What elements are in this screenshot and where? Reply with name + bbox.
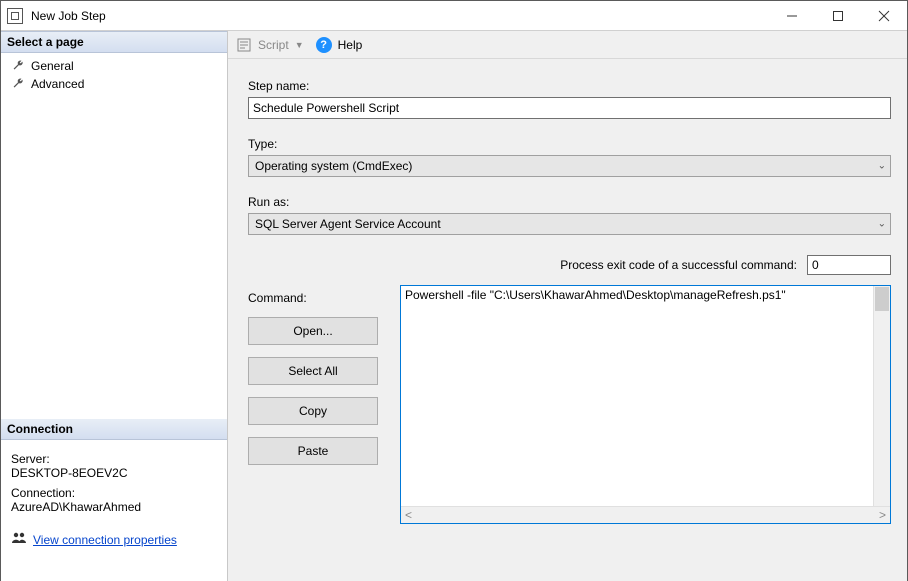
app-icon [7, 8, 23, 24]
runas-label: Run as: [248, 195, 891, 209]
chevron-down-icon: ⌄ [878, 219, 886, 230]
server-value: DESKTOP-8EOEV2C [11, 466, 217, 480]
page-nav: General Advanced [1, 53, 227, 93]
window-title: New Job Step [31, 9, 106, 23]
body: Select a page General Advanced Connectio… [1, 31, 907, 581]
window-buttons [769, 1, 907, 31]
command-left: Command: Open... Select All Copy Paste [248, 285, 384, 524]
nav-item-label: Advanced [31, 77, 84, 91]
step-name-input[interactable] [248, 97, 891, 119]
runas-value: SQL Server Agent Service Account [255, 217, 441, 231]
runas-dropdown[interactable]: SQL Server Agent Service Account ⌄ [248, 213, 891, 235]
help-icon: ? [316, 37, 332, 53]
wrench-icon [11, 77, 25, 91]
scroll-right-icon[interactable]: > [879, 508, 886, 522]
type-dropdown[interactable]: Operating system (CmdExec) ⌄ [248, 155, 891, 177]
paste-button[interactable]: Paste [248, 437, 378, 465]
main-panel: Script ▼ ? Help Step name: Type: Operati… [227, 31, 907, 581]
close-button[interactable] [861, 1, 907, 31]
nav-item-label: General [31, 59, 74, 73]
script-icon [236, 37, 252, 53]
script-button[interactable]: Script [258, 38, 289, 52]
command-box: < > [400, 285, 891, 524]
exitcode-input[interactable] [807, 255, 891, 275]
minimize-button[interactable] [769, 1, 815, 31]
command-textarea[interactable] [401, 286, 890, 520]
toolbar: Script ▼ ? Help [228, 31, 907, 59]
vertical-scrollbar[interactable] [873, 286, 890, 506]
people-icon [11, 530, 27, 549]
nav-advanced[interactable]: Advanced [1, 75, 227, 93]
connection-label: Connection: [11, 486, 217, 500]
help-button[interactable]: Help [338, 38, 363, 52]
server-label: Server: [11, 452, 217, 466]
horizontal-scrollbar[interactable]: < > [401, 506, 890, 523]
wrench-icon [11, 59, 25, 73]
form: Step name: Type: Operating system (CmdEx… [228, 59, 907, 581]
command-area: Command: Open... Select All Copy Paste <… [248, 285, 891, 524]
view-connection-row: View connection properties [1, 524, 227, 555]
type-label: Type: [248, 137, 891, 151]
connection-value: AzureAD\KhawarAhmed [11, 500, 217, 514]
command-label: Command: [248, 291, 384, 305]
open-button[interactable]: Open... [248, 317, 378, 345]
script-dropdown-icon[interactable]: ▼ [295, 40, 304, 50]
select-all-button[interactable]: Select All [248, 357, 378, 385]
exitcode-row: Process exit code of a successful comman… [248, 255, 891, 275]
exitcode-label: Process exit code of a successful comman… [560, 258, 797, 272]
connection-header: Connection [1, 419, 227, 440]
scroll-left-icon[interactable]: < [405, 508, 412, 522]
select-page-header: Select a page [1, 31, 227, 53]
titlebar: New Job Step [1, 1, 907, 31]
nav-general[interactable]: General [1, 57, 227, 75]
type-value: Operating system (CmdExec) [255, 159, 412, 173]
step-name-label: Step name: [248, 79, 891, 93]
chevron-down-icon: ⌄ [878, 161, 886, 172]
view-connection-link[interactable]: View connection properties [33, 533, 177, 547]
copy-button[interactable]: Copy [248, 397, 378, 425]
maximize-button[interactable] [815, 1, 861, 31]
connection-info: Server: DESKTOP-8EOEV2C Connection: Azur… [1, 440, 227, 524]
sidebar: Select a page General Advanced Connectio… [1, 31, 227, 581]
